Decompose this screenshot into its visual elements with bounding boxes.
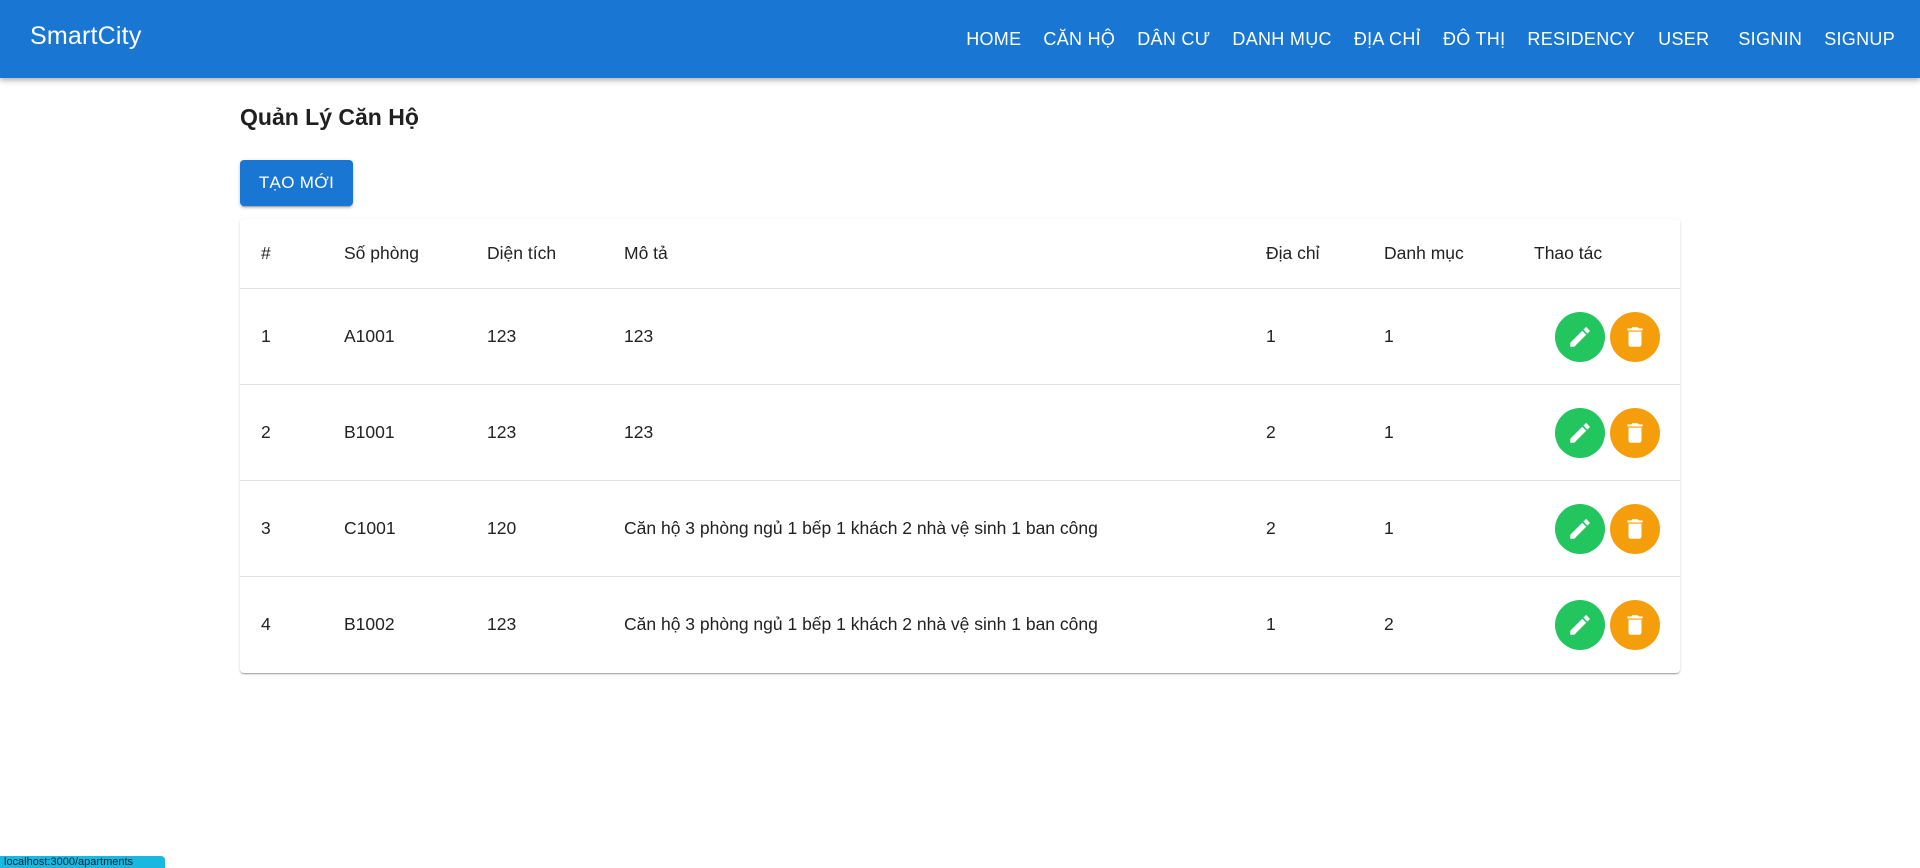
trash-icon bbox=[1622, 420, 1648, 446]
header-description: Mô tả bbox=[624, 219, 1266, 289]
nav-addresses[interactable]: ĐỊA CHỈ bbox=[1343, 21, 1432, 58]
edit-button[interactable] bbox=[1555, 503, 1605, 554]
apartments-table-card: # Số phòng Diện tích Mô tả Địa chỉ Danh … bbox=[240, 219, 1680, 673]
trash-icon bbox=[1622, 516, 1648, 542]
row-actions bbox=[1534, 599, 1680, 650]
pencil-icon bbox=[1567, 324, 1593, 350]
header-area: Diện tích bbox=[487, 219, 624, 289]
edit-button[interactable] bbox=[1555, 407, 1605, 458]
nav-signin[interactable]: SIGNIN bbox=[1727, 21, 1813, 58]
cell-category: 1 bbox=[1384, 480, 1534, 577]
cell-actions bbox=[1534, 480, 1680, 577]
cell-room-number: A1001 bbox=[344, 288, 487, 385]
cell-index: 1 bbox=[240, 288, 344, 385]
cell-area: 123 bbox=[487, 384, 624, 481]
cell-index: 4 bbox=[261, 614, 271, 634]
row-actions bbox=[1534, 503, 1680, 554]
cell-description: 123 bbox=[624, 288, 1266, 385]
cell-description: Căn hộ 3 phòng ngủ 1 bếp 1 khách 2 nhà v… bbox=[624, 480, 1266, 577]
delete-button[interactable] bbox=[1610, 311, 1660, 362]
header-address: Địa chỉ bbox=[1266, 219, 1384, 289]
cell-description: 123 bbox=[624, 384, 1266, 481]
delete-button[interactable] bbox=[1610, 407, 1660, 458]
cell-address: 2 bbox=[1266, 480, 1384, 577]
cell-room-number: C1001 bbox=[344, 480, 487, 577]
table-row: 2 B1001 123 123 2 1 bbox=[240, 384, 1680, 481]
cell-area: 123 bbox=[487, 614, 517, 634]
cell-room-number: B1001 bbox=[344, 384, 487, 481]
table-row: 3 C1001 120 Căn hộ 3 phòng ngủ 1 bếp 1 k… bbox=[240, 480, 1680, 577]
cell-index: 3 bbox=[240, 480, 344, 577]
edit-button[interactable] bbox=[1555, 599, 1605, 650]
status-url-badge: localhost:3000/apartments bbox=[0, 856, 165, 868]
cell-category: 2 bbox=[1384, 614, 1394, 634]
delete-button[interactable] bbox=[1610, 503, 1660, 554]
create-button[interactable]: TẠO MỚI bbox=[240, 160, 353, 206]
nav-residents[interactable]: DÂN CƯ bbox=[1126, 21, 1221, 58]
pencil-icon bbox=[1567, 516, 1593, 542]
apartments-table: # Số phòng Diện tích Mô tả Địa chỉ Danh … bbox=[240, 219, 1680, 672]
header-category: Danh mục bbox=[1384, 219, 1534, 289]
nav-signup[interactable]: SIGNUP bbox=[1813, 21, 1906, 58]
row-actions bbox=[1534, 407, 1680, 458]
table-header-row: # Số phòng Diện tích Mô tả Địa chỉ Danh … bbox=[240, 219, 1680, 289]
nav-user[interactable]: USER bbox=[1647, 21, 1721, 58]
cell-category: 1 bbox=[1384, 384, 1534, 481]
cell-description: Căn hộ 3 phòng ngủ 1 bếp 1 khách 2 nhà v… bbox=[624, 614, 1098, 634]
nav-home[interactable]: HOME bbox=[955, 21, 1032, 58]
nav-apartments[interactable]: CĂN HỘ bbox=[1032, 21, 1126, 58]
nav-categories[interactable]: DANH MỤC bbox=[1221, 21, 1342, 58]
main-nav: HOME CĂN HỘ DÂN CƯ DANH MỤC ĐỊA CHỈ ĐÔ T… bbox=[955, 0, 1906, 78]
cell-address: 2 bbox=[1266, 384, 1384, 481]
header-index: # bbox=[240, 219, 344, 289]
cell-index: 2 bbox=[240, 384, 344, 481]
table-row: 4 B1002 123 Căn hộ 3 phòng ngủ 1 bếp 1 k… bbox=[240, 577, 1680, 673]
cell-actions bbox=[1534, 384, 1680, 481]
trash-icon bbox=[1622, 324, 1648, 350]
trash-icon bbox=[1622, 612, 1648, 638]
row-actions bbox=[1534, 311, 1680, 362]
cell-category: 1 bbox=[1384, 288, 1534, 385]
cell-area: 123 bbox=[487, 288, 624, 385]
delete-button[interactable] bbox=[1610, 599, 1660, 650]
cell-area: 120 bbox=[487, 480, 624, 577]
table-row: 1 A1001 123 123 1 1 bbox=[240, 288, 1680, 385]
pencil-icon bbox=[1567, 612, 1593, 638]
cell-actions bbox=[1534, 288, 1680, 385]
brand-logo[interactable]: SmartCity bbox=[30, 22, 142, 51]
pencil-icon bbox=[1567, 420, 1593, 446]
header-room-number: Số phòng bbox=[344, 219, 487, 289]
cell-actions bbox=[1534, 577, 1680, 673]
header-actions: Thao tác bbox=[1534, 219, 1680, 289]
nav-cities[interactable]: ĐÔ THỊ bbox=[1432, 21, 1516, 58]
cell-room-number: B1002 bbox=[344, 614, 395, 634]
cell-address: 1 bbox=[1266, 288, 1384, 385]
edit-button[interactable] bbox=[1555, 311, 1605, 362]
app-bar: SmartCity HOME CĂN HỘ DÂN CƯ DANH MỤC ĐỊ… bbox=[0, 0, 1920, 78]
cell-address: 1 bbox=[1266, 614, 1276, 634]
page-title: Quản Lý Căn Hộ bbox=[240, 104, 419, 130]
nav-residency[interactable]: RESIDENCY bbox=[1516, 21, 1647, 58]
